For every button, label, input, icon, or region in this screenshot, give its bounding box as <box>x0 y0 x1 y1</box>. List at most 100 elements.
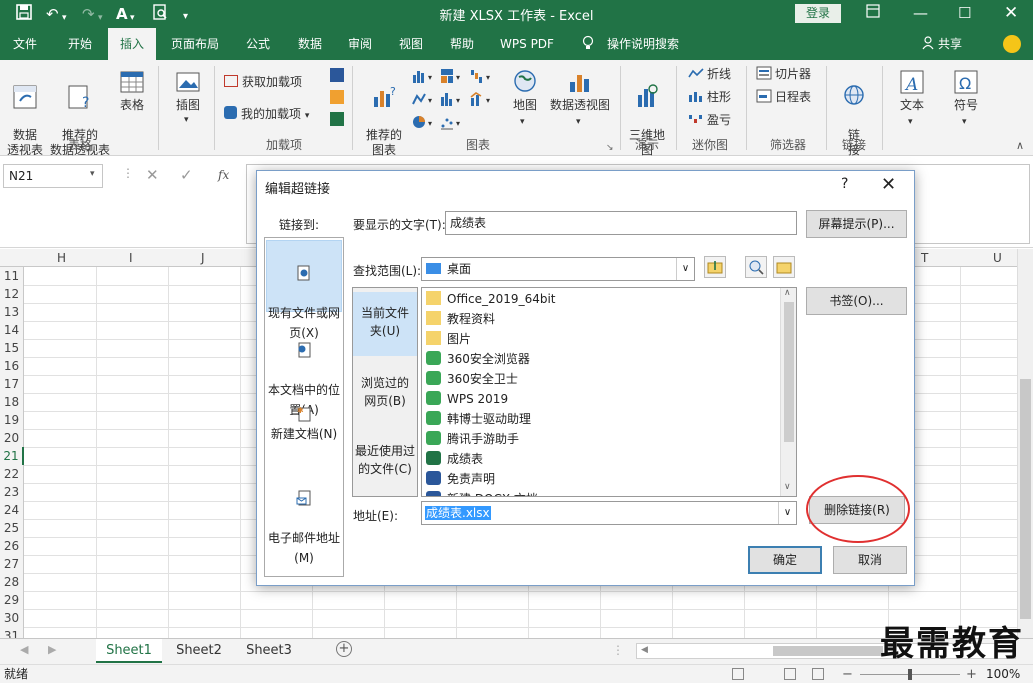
maximize-icon[interactable]: ☐ <box>958 4 971 22</box>
normal-view-icon[interactable] <box>732 668 744 680</box>
confirm-entry-icon[interactable]: ✓ <box>180 166 193 184</box>
minimize-icon[interactable]: — <box>913 4 928 22</box>
tab-view[interactable]: 视图 <box>391 28 431 60</box>
row-header[interactable]: 13 <box>0 303 24 321</box>
collapse-ribbon-icon[interactable]: ∧ <box>1016 138 1024 154</box>
row-header[interactable]: 15 <box>0 339 24 357</box>
illustrations-dropdown-icon[interactable]: ▾ <box>184 112 189 128</box>
row-header[interactable]: 30 <box>0 609 24 627</box>
file-list-scroll-down-icon[interactable]: ∨ <box>784 482 791 492</box>
row-header[interactable]: 17 <box>0 375 24 393</box>
list-item[interactable]: 360安全浏览器 <box>426 349 530 369</box>
waterfall-chart-icon[interactable]: ▾ <box>470 68 498 88</box>
sparkline-column-button[interactable]: 柱形 <box>688 89 731 105</box>
row-header[interactable]: 16 <box>0 357 24 375</box>
zoom-out-icon[interactable]: − <box>842 665 853 683</box>
tell-me-search[interactable]: 操作说明搜索 <box>607 28 679 60</box>
symbol-button[interactable]: Ω 符号 <box>946 68 986 113</box>
link-to-place-in-document[interactable]: 本文档中的位 置(A) <box>266 318 342 417</box>
column-header-h[interactable]: H <box>57 251 66 265</box>
pie-chart-icon[interactable]: ▾ <box>412 114 440 134</box>
combo-chart-icon[interactable]: ▾ <box>470 91 498 111</box>
bookmark-button[interactable]: 书签(O)... <box>806 287 907 315</box>
tab-page-layout[interactable]: 页面布局 <box>164 28 226 60</box>
address-input[interactable]: 成绩表.xlsx <box>425 506 491 520</box>
pivot-table-button[interactable]: 数据 透视表 <box>4 68 46 158</box>
row-header[interactable]: 23 <box>0 483 24 501</box>
hierarchy-chart-icon[interactable]: ▾ <box>440 68 468 88</box>
row-header[interactable]: 19 <box>0 411 24 429</box>
charts-dialog-launcher-icon[interactable]: ↘ <box>606 140 614 156</box>
list-item[interactable]: 韩博士驱动助理 <box>426 409 531 429</box>
close-icon[interactable]: ✕ <box>1004 4 1018 22</box>
zoom-in-icon[interactable]: + <box>966 665 977 683</box>
row-header[interactable]: 22 <box>0 465 24 483</box>
list-item[interactable]: 新建 DOCX 文档 <box>426 489 538 496</box>
nav-recent-files[interactable]: 最近使用过 的文件(C) <box>353 436 417 490</box>
name-box-dropdown-icon[interactable]: ▾ <box>90 169 95 179</box>
ribbon-display-icon[interactable] <box>866 4 880 22</box>
row-header[interactable]: 20 <box>0 429 24 447</box>
list-item[interactable]: Office_2019_64bit <box>426 289 556 309</box>
scroll-tabs-left-icon[interactable]: ◀ <box>20 643 28 656</box>
font-dropdown-icon[interactable]: ▾ <box>130 8 135 28</box>
column-header-u[interactable]: U <box>993 251 1002 265</box>
pivot-chart-dropdown-icon[interactable]: ▾ <box>576 114 581 130</box>
nav-browsed-pages[interactable]: 浏览过的 网页(B) <box>353 368 417 422</box>
scatter-chart-icon[interactable]: ▾ <box>440 114 468 134</box>
tab-formulas[interactable]: 公式 <box>238 28 278 60</box>
tab-data[interactable]: 数据 <box>290 28 330 60</box>
column-header-i[interactable]: I <box>129 251 133 265</box>
row-header[interactable]: 12 <box>0 285 24 303</box>
insert-function-icon[interactable]: fx <box>218 168 229 182</box>
row-header[interactable]: 21 <box>0 447 24 465</box>
map-button[interactable]: 地图 <box>505 68 545 113</box>
row-header[interactable]: 14 <box>0 321 24 339</box>
address-dropdown-icon[interactable]: ∨ <box>778 502 796 524</box>
ok-button[interactable]: 确定 <box>748 546 822 574</box>
share-user-icon[interactable] <box>922 28 934 60</box>
display-text-input[interactable]: 成绩表 <box>445 211 797 235</box>
undo-icon[interactable]: ↶ <box>46 4 59 24</box>
row-header[interactable]: 29 <box>0 591 24 609</box>
sheet-tab-sheet1[interactable]: Sheet1 <box>96 639 162 663</box>
people-graph-icon[interactable] <box>330 112 344 126</box>
row-header[interactable]: 26 <box>0 537 24 555</box>
list-item[interactable]: 免责声明 <box>426 469 495 489</box>
tab-help[interactable]: 帮助 <box>442 28 482 60</box>
vertical-scroll-thumb[interactable] <box>1020 379 1031 619</box>
slicer-button[interactable]: 切片器 <box>756 66 811 82</box>
feedback-smiley-icon[interactable] <box>1003 35 1021 53</box>
sparkline-winloss-button[interactable]: 盈亏 <box>688 112 731 128</box>
print-preview-icon[interactable] <box>152 4 168 25</box>
add-sheet-icon[interactable]: + <box>336 641 352 657</box>
row-header[interactable]: 31 <box>0 627 24 638</box>
font-color-icon[interactable]: A <box>116 4 128 24</box>
address-combo[interactable]: 成绩表.xlsx ∨ <box>421 501 797 525</box>
tab-splitter-icon[interactable]: ⋮ <box>612 643 624 657</box>
undo-dropdown-icon[interactable]: ▾ <box>62 8 67 28</box>
file-list-scroll-thumb[interactable] <box>784 302 794 442</box>
map-dropdown-icon[interactable]: ▾ <box>520 114 525 130</box>
column-header-t[interactable]: T <box>921 251 928 265</box>
row-header[interactable]: 25 <box>0 519 24 537</box>
dialog-close-icon[interactable]: ✕ <box>881 174 896 195</box>
row-header[interactable]: 24 <box>0 501 24 519</box>
file-list-scrollbar[interactable]: ∧ ∨ <box>780 288 796 496</box>
up-folder-button[interactable] <box>704 256 726 278</box>
timeline-button[interactable]: 日程表 <box>756 89 811 105</box>
sparkline-line-button[interactable]: 折线 <box>688 66 731 82</box>
row-header[interactable]: 28 <box>0 573 24 591</box>
column-chart-icon[interactable]: ▾ <box>412 68 440 88</box>
list-item[interactable]: 360安全卫士 <box>426 369 518 389</box>
bing-icon[interactable] <box>330 90 344 104</box>
visio-icon[interactable] <box>330 68 344 82</box>
get-addins-button[interactable]: 获取加载项 <box>224 74 302 90</box>
login-button[interactable]: 登录 <box>795 4 841 23</box>
link-to-email[interactable]: 电子邮件地址 (M) <box>266 466 342 565</box>
tab-review[interactable]: 审阅 <box>340 28 380 60</box>
horizontal-scroll-thumb[interactable] <box>773 646 883 656</box>
list-item[interactable]: 教程资料 <box>426 309 495 329</box>
redo-icon[interactable]: ↷ <box>82 4 95 24</box>
list-item[interactable]: 成绩表 <box>426 449 483 469</box>
